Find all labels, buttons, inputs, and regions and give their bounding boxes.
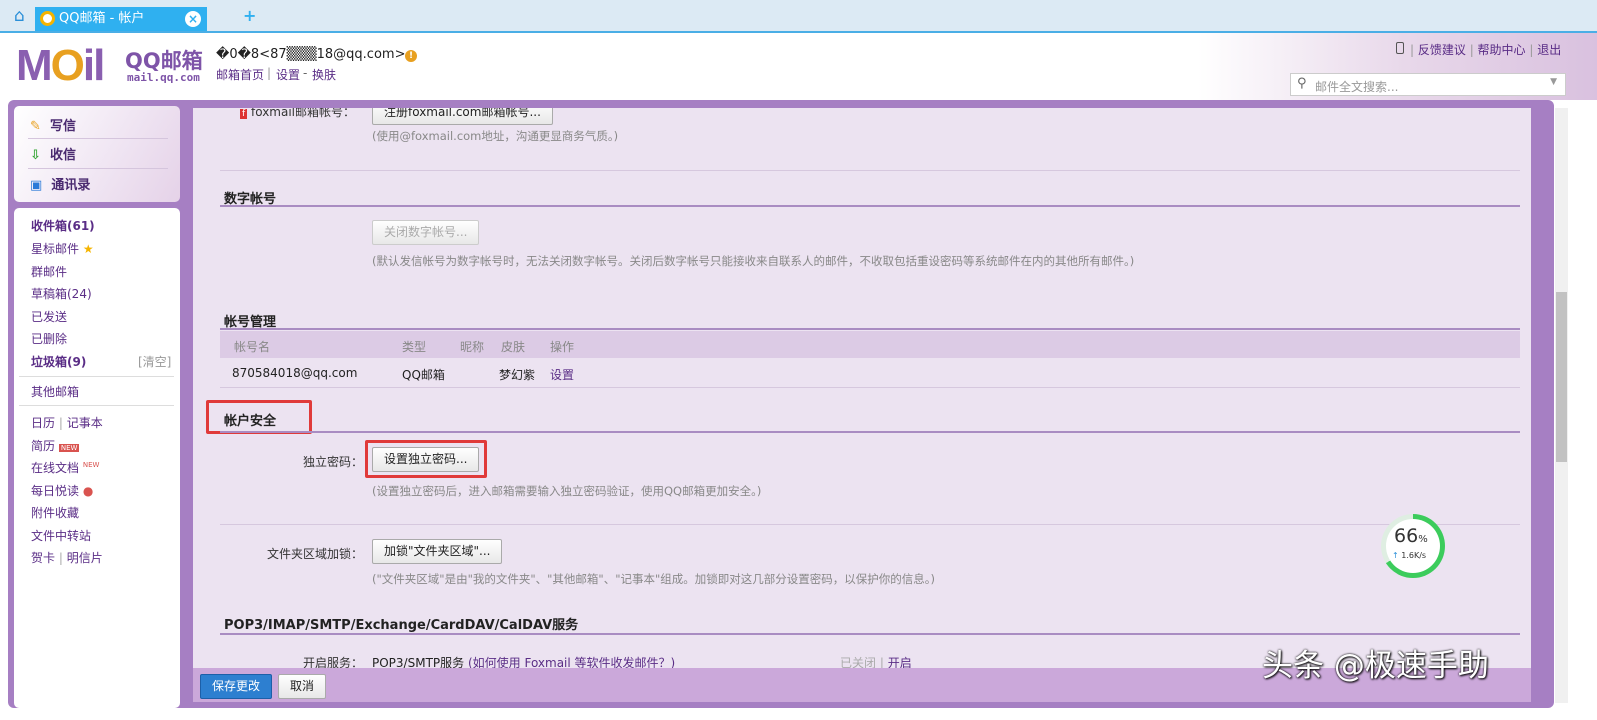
scrollbar-thumb[interactable] [1556,292,1567,462]
unread-dot-icon: ● [82,484,94,498]
digital-account-note: (默认发信帐号为数字帐号时，无法关闭数字帐号。关闭后数字帐号只能接收来自联系人的… [372,254,1135,268]
close-digital-account-button[interactable]: 关闭数字帐号... [372,220,480,245]
resume-link[interactable]: 简历 [31,439,55,453]
new-tab-button[interactable]: + [243,6,256,25]
feedback-link[interactable]: 反馈建议 [1418,43,1466,57]
search-icon: ⚲ [1297,76,1307,91]
folder-lock-label: 文件夹区域加锁： [266,547,363,561]
browser-tab[interactable]: QQ邮箱 - 帐户 × [35,7,207,31]
folder-deleted[interactable]: 已删除 [31,330,67,347]
folder-lock-note: ("文件夹区域"是由"我的文件夹"、"其他邮箱"、"记事本"组成。加锁即对这几部… [372,572,936,586]
notes-link[interactable]: 记事本 [67,416,103,430]
tab-title: QQ邮箱 - 帐户 [59,11,145,26]
search-input[interactable]: ⚲ 邮件全文搜索... ▼ [1290,73,1566,96]
contacts-button[interactable]: ▣ 通讯录 [30,174,90,193]
mailbox-home-link[interactable]: 邮箱首页 [216,66,264,83]
enable-service-label: 开启服务： [302,656,363,668]
pop3-status: 已关闭 [840,656,877,668]
warning-icon[interactable]: ! [405,50,417,62]
foxmail-label: f foxmail邮箱帐号： [240,108,356,119]
greeting-card-link[interactable]: 贺卡 [31,551,55,565]
register-foxmail-button[interactable]: 注册foxmail.com邮箱帐号... [372,108,553,125]
upload-arrow-icon: ↑ [1392,551,1399,560]
receive-button[interactable]: ⇩ 收信 [30,144,76,163]
clear-spam-link[interactable]: [清空] [138,353,171,370]
enable-pop3-link[interactable]: 开启 [888,656,912,668]
mail-logo[interactable]: MOil [16,41,105,91]
compose-icon: ✎ [30,119,41,134]
folder-inbox[interactable]: 收件箱(61) [31,217,95,234]
docs-link[interactable]: 在线文档 [31,461,79,475]
help-link[interactable]: 帮助中心 [1478,43,1526,57]
watermark: 头条 @极速手助 [1262,648,1489,684]
speed-rate: 1.6K/s [1401,551,1427,560]
folder-group[interactable]: 群邮件 [31,263,67,280]
user-account: �0�8<87▒▒▒18@qq.com> [216,47,406,62]
brand-domain: mail.qq.com [127,71,200,84]
qqmail-favicon-icon [40,11,55,26]
highlight-box [206,400,312,434]
compose-button[interactable]: ✎ 写信 [30,115,76,134]
lock-folder-area-button[interactable]: 加锁"文件夹区域"... [372,539,503,564]
logout-link[interactable]: 退出 [1537,43,1561,57]
cancel-button[interactable]: 取消 [278,674,327,699]
new-badge: NEW [58,444,80,452]
postcard-link[interactable]: 明信片 [67,551,103,565]
accounts-table-header: 帐号名 类型 昵称 皮肤 操作 [220,331,1520,358]
foxmail-note: (使用@foxmail.com地址，沟通更显商务气质。) [372,129,619,143]
inbox-download-icon: ⇩ [30,148,41,163]
home-icon[interactable]: ⌂ [14,6,25,26]
browser-tabbar: ⌂ QQ邮箱 - 帐户 × + [0,0,1597,33]
star-icon: ★ [82,242,94,256]
file-transfer-link[interactable]: 文件中转站 [31,527,91,544]
skin-link[interactable]: 换肤 [312,66,336,83]
speed-percent: 66 [1394,525,1419,547]
folder-sent[interactable]: 已发送 [31,308,67,325]
save-changes-button[interactable]: 保存更改 [200,674,273,699]
password-note: (设置独立密码后，进入邮箱需要输入独立密码验证，使用QQ邮箱更加安全。) [372,484,762,498]
highlight-box [365,440,487,478]
attachments-link[interactable]: 附件收藏 [31,504,79,521]
table-row: 870584018@qq.com QQ邮箱 梦幻紫 设置 [232,366,575,383]
dropdown-icon[interactable]: ▼ [1550,77,1557,87]
folder-spam[interactable]: 垃圾箱(9) [31,353,86,370]
foxmail-help-link[interactable]: (如何使用 Foxmail 等软件收发邮件？) [468,656,675,668]
calendar-link[interactable]: 日历 [31,416,55,430]
other-mailboxes[interactable]: 其他邮箱 [31,383,79,400]
folder-list: 收件箱(61) 星标邮件 ★ 群邮件 草稿箱(24) 已发送 已删除 垃圾箱(9… [14,208,180,708]
pop3-heading: POP3/IMAP/SMTP/Exchange/CardDAV/CalDAV服务 [224,618,579,633]
speed-widget[interactable]: 66% ↑ 1.6K/s [1381,514,1445,578]
search-placeholder: 邮件全文搜索... [1315,80,1399,94]
pop3-service-name: POP3/SMTP服务 [372,656,465,668]
reading-link[interactable]: 每日悦读 [31,484,79,498]
folder-drafts[interactable]: 草稿箱(24) [31,285,92,302]
foxmail-icon: f [240,109,248,119]
close-tab-icon[interactable]: × [185,11,201,27]
mobile-icon[interactable] [1396,42,1404,54]
new-badge: NEW [82,461,100,469]
contacts-icon: ▣ [30,178,43,193]
folder-starred[interactable]: 星标邮件 ★ [31,240,94,257]
settings-link[interactable]: 设置 [276,66,300,83]
account-settings-link[interactable]: 设置 [550,366,574,383]
account-settings-panel: f foxmail邮箱帐号： 注册foxmail.com邮箱帐号... (使用@… [193,108,1531,668]
quick-actions: ✎ 写信 ⇩ 收信 ▣ 通讯录 [14,106,180,202]
independent-password-label: 独立密码： [302,455,363,469]
mail-header: MOil QQ邮箱 mail.qq.com �0�8<87▒▒▒18@qq.co… [0,33,1597,100]
